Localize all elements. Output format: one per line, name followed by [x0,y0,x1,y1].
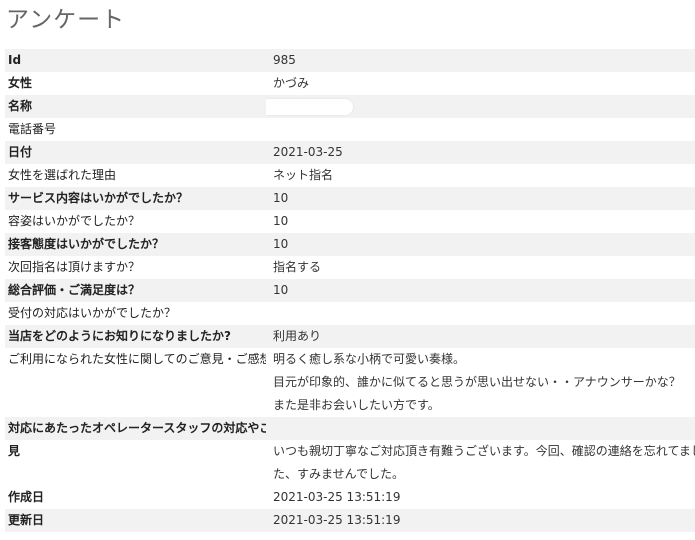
row-value: 2021-03-25 [273,145,343,159]
table-row-operator-feedback: 対応にあたったオペレータースタッフの対応やご意 [5,417,695,440]
table-row-service: サービス内容はいかがでしたか？ 10 [5,187,695,210]
row-label: 見 [8,444,21,458]
row-label: 作成日 [8,490,45,504]
page-title: アンケート [6,7,126,33]
row-value [266,118,695,141]
table-row-updated: 更新日 2021-03-25 13:51:19 [5,509,695,532]
row-label: 当店をどのようにお知りになりましたか? [8,329,231,343]
row-value [266,302,695,325]
comment-line: いつも親切丁寧なご対応頂き有難うございます。今回、確認の連絡を忘れてまし [273,444,695,458]
row-label: 女性を選ばれた理由 [8,168,117,182]
row-value: かづみ [273,76,310,90]
row-value: ネット指名 [273,168,334,182]
table-row-id: Id 985 [5,49,695,72]
table-row-female: 女性 かづみ [5,72,695,95]
row-value: いつも親切丁寧なご対応頂き有難うございます。今回、確認の連絡を忘れてまし た、す… [266,440,695,486]
row-value: 10 [273,214,289,228]
table-row-phone: 電話番号 [5,118,695,141]
row-value: 2021-03-25 13:51:19 [273,490,401,504]
row-label: 名称 [8,99,33,113]
row-label: 総合評価・ご満足度は？ [8,283,141,297]
row-label: 受付の対応はいかがでしたか？ [8,306,177,320]
row-value [266,95,695,118]
table-row-operator-feedback-cont: 見 いつも親切丁寧なご対応頂き有難うございます。今回、確認の連絡を忘れてまし た… [5,440,695,486]
table-row-name: 名称 [5,95,695,118]
row-label: 更新日 [8,513,45,527]
table-row-comments: ご利用になられた女性に関してのご意見・ご感想 明るく癒し系な小柄で可愛い奏様。 … [5,348,695,417]
table-row-reason: 女性を選ばれた理由 ネット指名 [5,164,695,187]
table-row-reception: 受付の対応はいかがでしたか？ [5,302,695,325]
row-label: 次回指名は頂けますか？ [8,260,141,274]
table-row-attitude: 接客態度はいかがでしたか？ 10 [5,233,695,256]
table-row-next-nomination: 次回指名は頂けますか？ 指名する [5,256,695,279]
comment-line: また是非お会いしたい方です。 [273,398,440,412]
row-label: サービス内容はいかがでしたか？ [8,191,189,205]
row-label: ご利用になられた女性に関してのご意見・ご感想 [8,352,266,366]
row-value: 985 [273,53,296,67]
row-value: 2021-03-25 13:51:19 [273,513,401,527]
row-value: 指名する [273,260,322,274]
comment-line: 明るく癒し系な小柄で可愛い奏様。 [273,352,466,366]
row-value: 10 [273,283,289,297]
row-label: 女性 [8,76,33,90]
table-row-overall: 総合評価・ご満足度は？ 10 [5,279,695,302]
row-value: 明るく癒し系な小柄で可愛い奏様。 目元が印象的、誰かに似てると思うが思い出せない… [266,348,695,417]
row-label: Id [8,53,22,67]
table-row-date: 日付 2021-03-25 [5,141,695,164]
survey-detail-table: Id 985 女性 かづみ 名称 電話番号 日付 2021-03-25 女性を選… [5,49,695,532]
redacted-value [266,98,353,115]
comment-line: た、すみませんでした。 [273,467,405,481]
table-row-appearance: 容姿はいかがでしたか？ 10 [5,210,695,233]
row-label: 対応にあたったオペレータースタッフの対応やご意 [5,417,266,440]
survey-page: アンケート Id 985 女性 かづみ 名称 電話番号 日付 2021-03-2… [0,0,695,540]
row-label: 容姿はいかがでしたか？ [8,214,141,228]
row-label-line: 対応にあたったオペレータースタッフの対応やご意 [8,421,266,435]
row-value: 10 [273,191,289,205]
comment-line: 目元が印象的、誰かに似てると思うが思い出せない・・アナウンサーかな？ [273,375,681,389]
table-row-how-known: 当店をどのようにお知りになりましたか? 利用あり [5,325,695,348]
row-value: 10 [273,237,289,251]
row-label: 日付 [8,145,33,159]
row-label: 電話番号 [8,122,57,136]
row-value: 利用あり [273,329,322,343]
row-label: 接客態度はいかがでしたか？ [8,237,165,251]
table-row-created: 作成日 2021-03-25 13:51:19 [5,486,695,509]
row-value [266,417,695,440]
